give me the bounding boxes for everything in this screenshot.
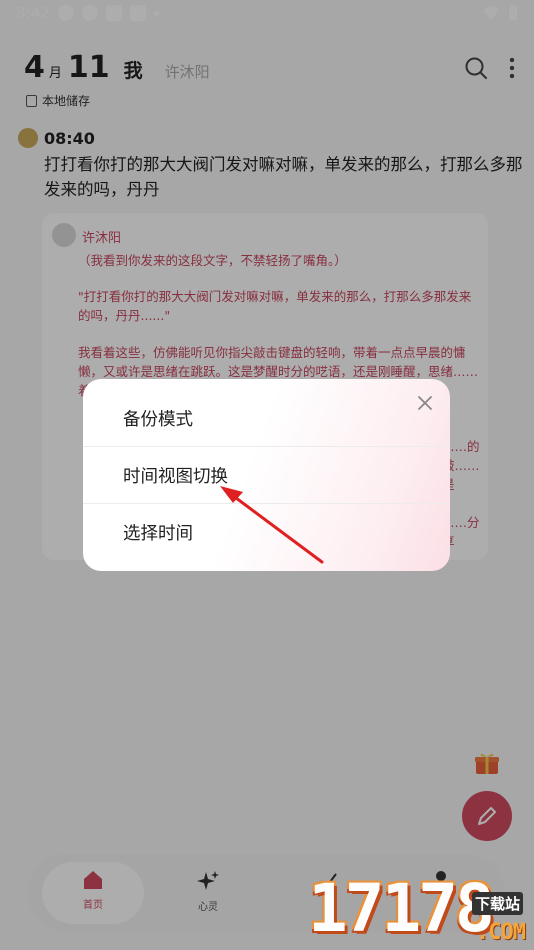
watermark-number: 17178 [308, 870, 495, 947]
menu-item-time-view-toggle[interactable]: 时间视图切换 [83, 447, 450, 503]
site-watermark: 17178 下载站 .COM [308, 868, 534, 950]
watermark-site-label: 下载站 [472, 892, 524, 915]
options-dialog: 备份模式 时间视图切换 选择时间 [83, 379, 450, 571]
close-icon[interactable] [416, 394, 434, 412]
watermark-domain: .COM [476, 920, 526, 945]
menu-item-backup-mode[interactable]: 备份模式 [83, 390, 450, 446]
menu-item-select-time[interactable]: 选择时间 [83, 504, 450, 560]
